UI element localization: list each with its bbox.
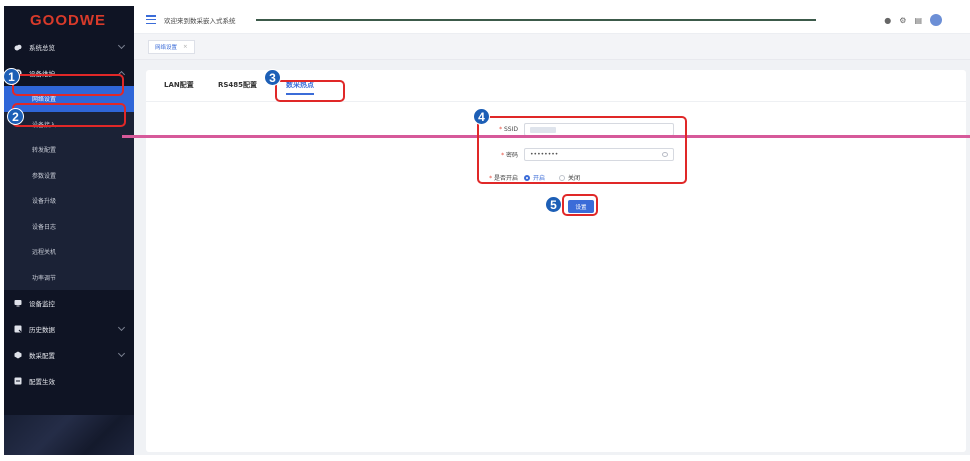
sidebar-group-label: 系统总览: [29, 44, 55, 52]
annotation-badge-2: 2: [7, 108, 24, 125]
sidebar-group-overview[interactable]: 系统总览: [4, 34, 134, 60]
sidebar-decoration: [4, 415, 134, 455]
tab-rs485-config[interactable]: RS485配置: [218, 80, 257, 90]
settings-icon[interactable]: ⚙: [899, 16, 906, 25]
sidebar-item-parameter-settings[interactable]: 参数设置: [4, 163, 134, 189]
sidebar-group-device-monitor[interactable]: 设备监控: [4, 290, 134, 316]
tab-network-settings[interactable]: 网络设置 ×: [148, 40, 195, 54]
user-icon[interactable]: ●: [884, 16, 891, 25]
avatar[interactable]: [930, 14, 942, 26]
top-header: 欢迎来到数采嵌入式系统 ● ⚙ ▤: [134, 6, 970, 34]
tab-lan-config[interactable]: LAN配置: [164, 80, 194, 90]
welcome-text: 欢迎来到数采嵌入式系统: [164, 16, 236, 25]
sidebar-group-collector-config[interactable]: 数采配置: [4, 342, 134, 368]
tab-label: 网络设置: [155, 45, 178, 51]
document-icon[interactable]: ▤: [914, 16, 922, 25]
chevron-down-icon: [117, 323, 126, 332]
config-icon: [14, 351, 22, 359]
sidebar-item-power-adjust[interactable]: 功率调节: [4, 265, 134, 291]
sidebar-group-label: 历史数据: [29, 326, 55, 334]
brand-logo: GOODWE: [30, 11, 106, 29]
annotation-box-2: [12, 103, 126, 127]
sidebar-item-device-upgrade[interactable]: 设备升级: [4, 188, 134, 214]
sidebar-group-label: 数采配置: [29, 352, 55, 360]
chevron-down-icon: [117, 349, 126, 358]
sidebar-item-forward-config[interactable]: 转发配置: [4, 137, 134, 163]
sidebar-group-label: 配置生效: [29, 378, 55, 386]
annotation-box-3: [275, 80, 345, 102]
chevron-down-icon: [117, 41, 126, 50]
annotation-box-5: [562, 194, 598, 216]
cloud-icon: [14, 43, 22, 51]
annotation-badge-4: 4: [473, 108, 490, 125]
page-tabstrip: 网络设置 ×: [134, 34, 970, 60]
annotation-badge-5: 5: [545, 196, 562, 213]
annotation-box-1: [12, 74, 124, 96]
annotation-badge-1: 1: [3, 68, 20, 85]
menu-toggle-icon[interactable]: [146, 15, 156, 24]
header-divider: [256, 19, 816, 21]
close-icon[interactable]: ×: [183, 44, 188, 50]
sidebar-item-remote-shutdown[interactable]: 远程关机: [4, 239, 134, 265]
header-toolbar: ● ⚙ ▤: [884, 14, 942, 26]
annotation-badge-3: 3: [264, 69, 281, 86]
sidebar-item-device-log[interactable]: 设备日志: [4, 214, 134, 240]
apply-icon: [14, 377, 22, 385]
history-icon: [14, 325, 22, 333]
sidebar-group-label: 设备监控: [29, 300, 55, 308]
sidebar-group-history[interactable]: 历史数据: [4, 316, 134, 342]
sidebar-group-apply-config[interactable]: 配置生效: [4, 368, 134, 394]
annotation-box-4: [477, 116, 687, 184]
monitor-icon: [14, 299, 22, 307]
